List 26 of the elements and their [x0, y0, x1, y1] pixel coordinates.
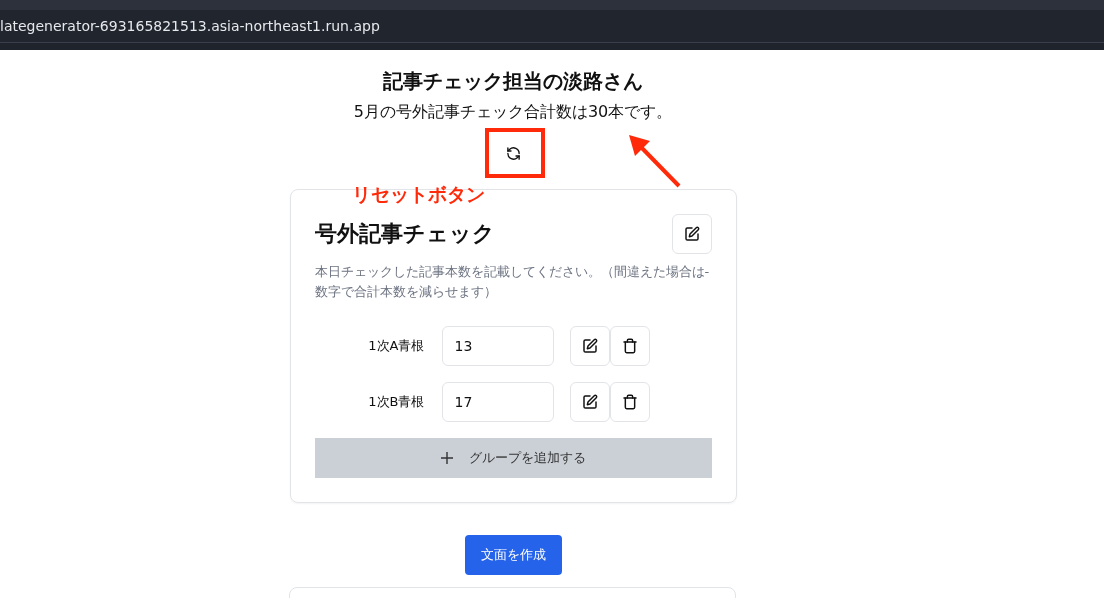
- page-title: 記事チェック担当の淡路さん: [383, 68, 643, 95]
- edit-button[interactable]: [671, 214, 712, 254]
- highlight-box: [485, 128, 545, 178]
- count-field[interactable]: 13: [441, 326, 554, 366]
- plus-icon: [440, 452, 453, 464]
- edit-icon: [683, 226, 700, 242]
- delete-button[interactable]: [609, 382, 650, 422]
- group-label: 1次B青根: [367, 393, 426, 411]
- url-text[interactable]: lategenerator-693165821513.asia-northeast1.run.app: [0, 18, 380, 34]
- total-summary: 5月の号外記事チェック合計数は30本です。: [353, 101, 673, 123]
- trash-icon: [621, 338, 638, 354]
- refresh-icon: [505, 145, 521, 161]
- group-label: 1次A青根: [367, 337, 426, 355]
- create-text-button[interactable]: 文面を作成: [464, 535, 562, 575]
- trash-icon: [621, 394, 638, 410]
- edit-button[interactable]: [569, 382, 610, 422]
- edit-button[interactable]: [569, 326, 610, 366]
- card-title: 号外記事チェック: [314, 220, 495, 248]
- add-group-button[interactable]: グループを追加する: [314, 438, 712, 478]
- count-field[interactable]: 17: [441, 382, 554, 422]
- card-description: 本日チェックした記事本数を記載してください。（間違えた場合は-数字で合計本数を減らせます）: [314, 263, 711, 301]
- edit-icon: [581, 338, 598, 354]
- edit-icon: [581, 394, 598, 410]
- delete-button[interactable]: [609, 326, 650, 366]
- annotation-arrow: [629, 135, 681, 188]
- annotation-label: リセットボタン: [352, 182, 485, 207]
